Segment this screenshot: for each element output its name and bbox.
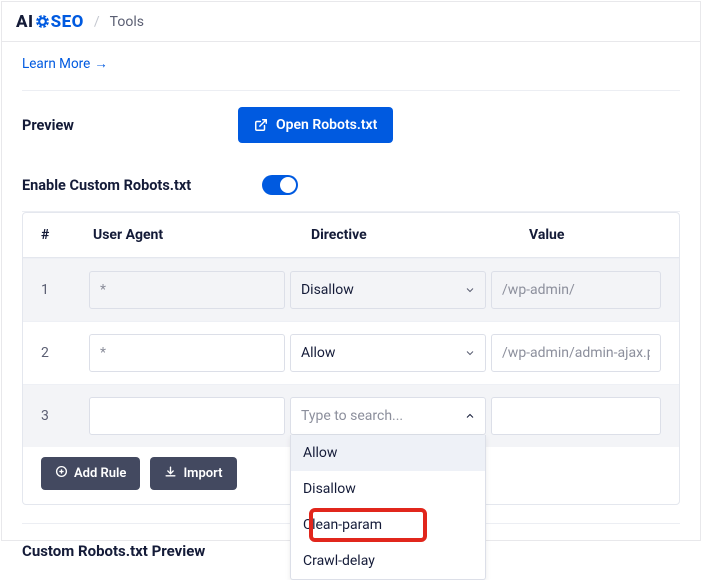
user-agent-input[interactable] — [89, 271, 285, 309]
import-button[interactable]: Import — [150, 457, 236, 490]
import-icon — [164, 465, 177, 482]
breadcrumb-sep: / — [94, 14, 100, 30]
toggle-knob — [280, 177, 296, 193]
table-head: # User Agent Directive Value — [23, 213, 679, 258]
user-agent-input[interactable] — [89, 334, 285, 372]
external-link-icon — [254, 118, 268, 132]
logo-text-ai: AI — [16, 12, 34, 32]
directive-value: Disallow — [301, 282, 354, 298]
user-agent-input[interactable] — [89, 397, 285, 435]
import-label: Import — [183, 466, 222, 481]
table-row: 1 Disallow — [23, 258, 679, 321]
breadcrumb-page: Tools — [110, 14, 144, 30]
value-input[interactable] — [491, 397, 661, 435]
chevron-up-icon — [464, 410, 476, 422]
value-input[interactable] — [491, 271, 661, 309]
directive-option-disallow[interactable]: Disallow — [291, 471, 485, 507]
chevron-down-icon — [464, 284, 476, 296]
gear-icon — [34, 13, 51, 30]
directive-dropdown: Allow Disallow Clean-param Crawl-delay — [290, 435, 486, 580]
breadcrumb-header: AI SEO / Tools — [2, 2, 700, 42]
plus-circle-icon — [55, 465, 68, 482]
table-row: 3 Type to search... Allow Disallow Clean… — [23, 384, 679, 447]
arrow-right-icon: → — [94, 56, 108, 72]
learn-more-link[interactable]: Learn More→ — [22, 56, 108, 72]
directive-placeholder: Type to search... — [301, 408, 403, 424]
learn-more-label: Learn More — [22, 56, 90, 72]
col-head-idx: # — [41, 227, 93, 243]
open-robots-label: Open Robots.txt — [276, 117, 377, 133]
directive-select[interactable]: Allow — [290, 334, 486, 372]
directive-option-clean-param[interactable]: Clean-param — [291, 507, 485, 543]
directive-option-crawl-delay[interactable]: Crawl-delay — [291, 543, 485, 579]
enable-label: Enable Custom Robots.txt — [22, 177, 238, 194]
preview-label: Preview — [22, 117, 238, 134]
value-input[interactable] — [491, 334, 661, 372]
add-rule-label: Add Rule — [74, 466, 126, 481]
directive-select-open[interactable]: Type to search... Allow Disallow Clean-p… — [290, 397, 486, 435]
logo: AI SEO — [16, 12, 84, 32]
preview-row: Preview Open Robots.txt — [22, 91, 680, 159]
row-idx: 2 — [41, 345, 89, 361]
directive-select[interactable]: Disallow — [290, 271, 486, 309]
row-idx: 3 — [41, 408, 89, 424]
directive-option-allow[interactable]: Allow — [291, 435, 485, 471]
logo-text-o: O — [72, 12, 84, 32]
col-head-directive: Directive — [311, 227, 529, 243]
chevron-down-icon — [464, 347, 476, 359]
logo-text-seo: SE — [51, 12, 72, 32]
learn-more-row: Learn More→ — [22, 42, 680, 91]
add-rule-button[interactable]: Add Rule — [41, 457, 140, 490]
enable-toggle[interactable] — [262, 175, 298, 195]
table-row: 2 Allow — [23, 321, 679, 384]
col-head-agent: User Agent — [93, 227, 311, 243]
enable-row: Enable Custom Robots.txt — [22, 159, 680, 212]
row-idx: 1 — [41, 282, 89, 298]
open-robots-button[interactable]: Open Robots.txt — [238, 107, 393, 143]
col-head-value: Value — [529, 227, 661, 243]
directive-value: Allow — [301, 345, 335, 361]
rules-table: # User Agent Directive Value 1 Disallow … — [22, 212, 680, 505]
